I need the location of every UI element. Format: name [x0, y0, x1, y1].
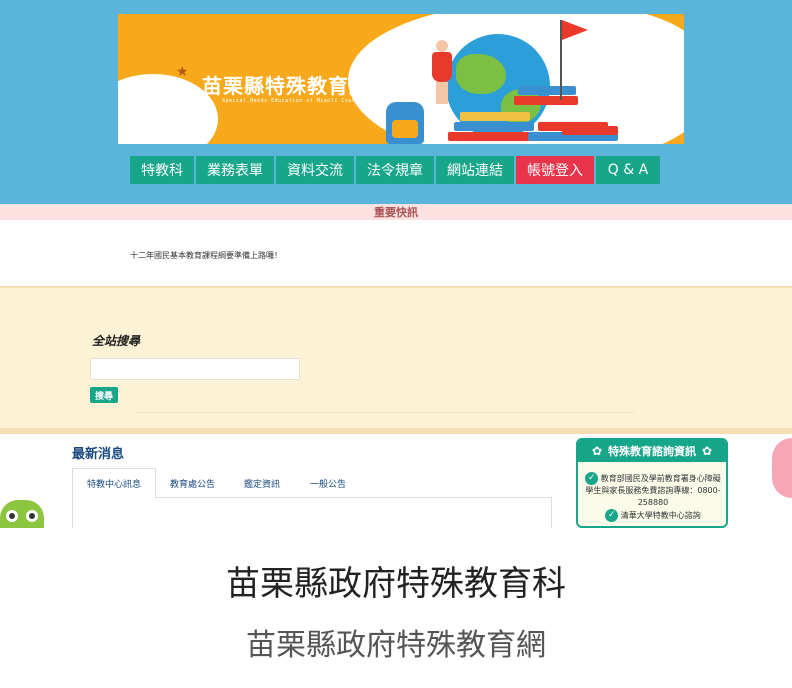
girl-illustration: [430, 40, 454, 110]
site-subtitle: Special Needs Education of Miaoli County: [222, 98, 363, 104]
check-icon: ✓: [605, 509, 619, 522]
star-icon: ★: [374, 92, 383, 103]
book-illustration: [562, 126, 618, 135]
nav-item-label: Q & A: [607, 162, 649, 178]
owl-mascot-icon: [0, 500, 44, 528]
backpack-illustration: [386, 102, 424, 144]
search-button[interactable]: 搜尋: [90, 387, 119, 403]
screenshot: ★ ★ 苗栗縣特殊教育網 Special Needs Education of …: [0, 0, 792, 528]
consult-item[interactable]: ✓ 清華大學特教中心諮詢: [584, 509, 722, 522]
nav-item-forms[interactable]: 業務表單: [196, 156, 274, 184]
search-title: 全站搜尋: [92, 334, 141, 348]
site-title: 苗栗縣特殊教育網: [202, 74, 370, 98]
tab-general[interactable]: 一般公告: [296, 468, 360, 499]
main-nav: 特教科 業務表單 資料交流 法令規章 網站連結 帳號登入 Q & A: [130, 156, 660, 184]
nav-item-label: 網站連結: [447, 163, 503, 179]
flag-icon: [562, 20, 588, 40]
gear-icon: ✿: [702, 444, 713, 458]
tab-edu-bulletin[interactable]: 教育處公告: [156, 468, 229, 499]
gear-icon: ✿: [591, 444, 602, 458]
book-illustration: [518, 86, 576, 95]
news-tabs: 特教中心訊息 教育處公告 鑑定資訊 一般公告: [72, 468, 552, 499]
nav-item-special-ed[interactable]: 特教科: [130, 156, 194, 184]
nav-item-links[interactable]: 網站連結: [436, 156, 514, 184]
nav-item-regulations[interactable]: 法令規章: [356, 156, 434, 184]
nav-item-label: 特教科: [141, 163, 183, 179]
book-illustration: [514, 96, 578, 105]
mascot-icon: [772, 438, 792, 498]
news-ticker-header: 重要快訊: [0, 204, 792, 220]
nav-item-qa[interactable]: Q & A: [596, 156, 660, 184]
book-illustration: [460, 112, 530, 121]
nav-item-label: 法令規章: [367, 163, 423, 179]
search-input[interactable]: [90, 358, 300, 380]
news-ticker: 十二年國民基本教育課程綱要準備上路囉！: [0, 220, 792, 286]
news-item[interactable]: 十二年國民基本教育課程綱要準備上路囉！: [130, 250, 282, 261]
divider: [136, 412, 634, 413]
consult-item[interactable]: ✓ 教育部國民及學前教育署身心障礙學生與家長服務免費諮詢專線：0800-2588…: [584, 472, 722, 509]
search-section: 全站搜尋 搜尋: [0, 286, 792, 434]
consult-item-text: 教育部國民及學前教育署身心障礙學生與家長服務免費諮詢專線：0800-258880: [585, 474, 721, 507]
consult-body: ✓ 教育部國民及學前教育署身心障礙學生與家長服務免費諮詢專線：0800-2588…: [584, 472, 722, 522]
section-title: 最新消息: [72, 447, 125, 462]
book-illustration: [448, 132, 538, 141]
caption-subtitle: 苗栗縣政府特殊教育網: [246, 628, 546, 663]
consult-header: ✿ 特殊教育諮詢資訊 ✿: [578, 440, 726, 462]
consult-info-panel: ✿ 特殊教育諮詢資訊 ✿ ✓ 教育部國民及學前教育署身心障礙學生與家長服務免費諮…: [576, 438, 728, 528]
nav-item-label: 業務表單: [207, 163, 263, 179]
nav-item-login[interactable]: 帳號登入: [516, 156, 594, 184]
caption-title: 苗栗縣政府特殊教育科: [226, 564, 566, 604]
tab-panel: [72, 498, 552, 528]
check-icon: ✓: [585, 472, 599, 485]
nav-item-exchange[interactable]: 資料交流: [276, 156, 354, 184]
nav-item-label: 帳號登入: [527, 163, 583, 179]
nav-item-label: 資料交流: [287, 163, 343, 179]
tab-assessment[interactable]: 鑑定資訊: [230, 468, 294, 499]
star-icon: ★: [176, 64, 189, 80]
caption-area: 苗栗縣政府特殊教育科 苗栗縣政府特殊教育網: [0, 528, 792, 688]
tab-center-news[interactable]: 特教中心訊息: [72, 468, 157, 499]
consult-title: 特殊教育諮詢資訊: [608, 445, 696, 458]
site-header: ★ ★ 苗栗縣特殊教育網 Special Needs Education of …: [0, 0, 792, 204]
book-illustration: [454, 122, 534, 131]
site-banner[interactable]: ★ ★ 苗栗縣特殊教育網 Special Needs Education of …: [118, 14, 684, 144]
consult-item-text: 清華大學特教中心諮詢: [620, 511, 701, 520]
